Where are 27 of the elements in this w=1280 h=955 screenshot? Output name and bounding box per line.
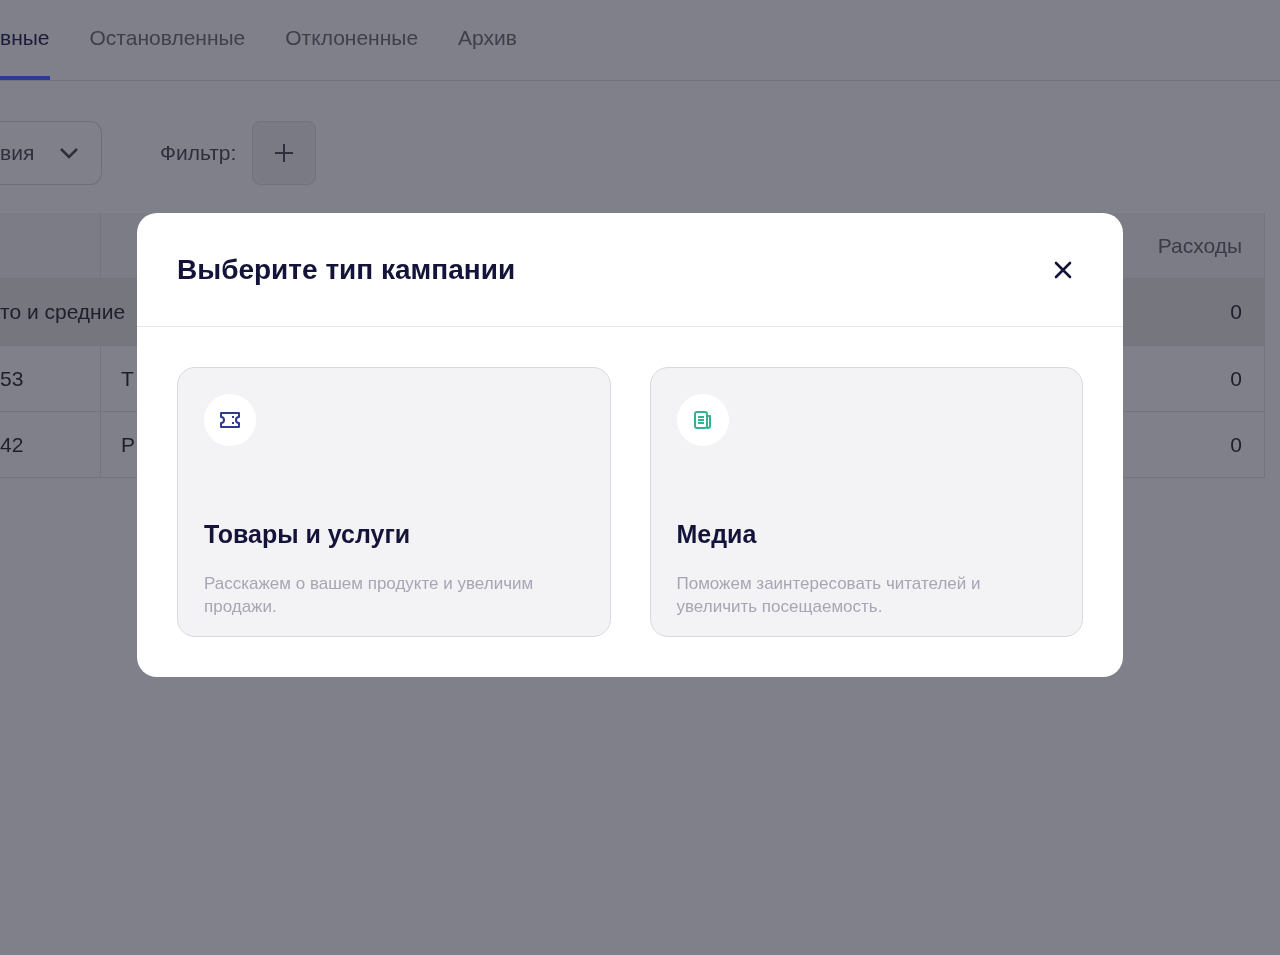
- table-cell-text: 0: [1230, 431, 1242, 458]
- card-title: Товары и услуги: [204, 519, 411, 550]
- group-cell-text: то и средние: [0, 299, 126, 326]
- plus-icon: [275, 144, 294, 162]
- campaign-type-card[interactable]: Медиа Поможем заинтересовать читателей и увеличить посещаемость.: [649, 367, 1083, 637]
- filter-label: Фильтр:: [160, 140, 237, 167]
- ticket-icon: [219, 411, 241, 429]
- table-cell-text: Т: [121, 365, 134, 392]
- chevron-down-icon: [59, 147, 79, 159]
- tab[interactable]: Отклоненные: [285, 0, 419, 80]
- tab[interactable]: вные: [0, 0, 50, 80]
- table-cell-text: 0: [1230, 299, 1242, 326]
- table-cell-text: 53: [0, 365, 24, 392]
- card-description: Поможем заинтересовать читателей и увеличить посещаемость.: [676, 572, 982, 618]
- newspaper-icon: [692, 410, 713, 430]
- sort-select[interactable]: вия: [0, 121, 102, 185]
- tab[interactable]: Остановленные: [89, 0, 246, 80]
- column-header: Расходы: [1157, 232, 1242, 259]
- close-icon: [1054, 260, 1072, 279]
- dialog-title: Выберите тип кампании: [177, 252, 516, 287]
- tab[interactable]: Архив: [458, 0, 517, 80]
- table-cell-text: Р: [121, 431, 135, 458]
- table-cell-text: 42: [0, 431, 24, 458]
- table-cell-text: 0: [1230, 365, 1242, 392]
- card-description: Расскажем о вашем продукте и увеличим продажи.: [204, 572, 535, 618]
- card-title: Медиа: [676, 519, 757, 550]
- campaign-type-card[interactable]: Товары и услуги Расскажем о вашем продукте и увеличим продажи.: [177, 367, 611, 637]
